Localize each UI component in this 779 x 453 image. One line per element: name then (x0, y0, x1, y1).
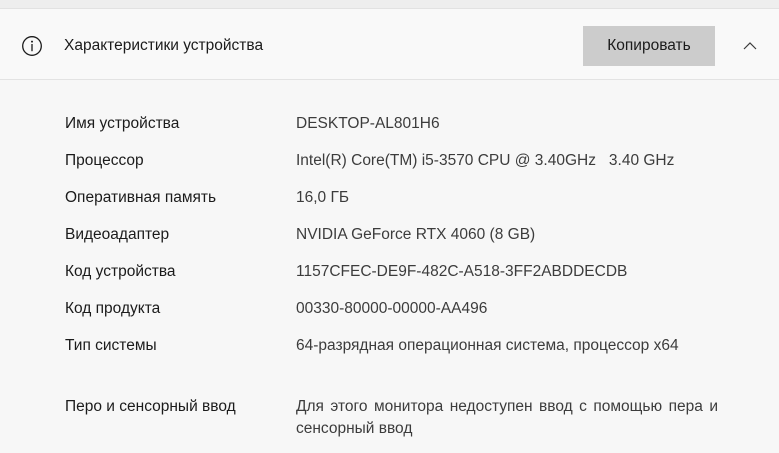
spec-label: Оперативная память (65, 189, 217, 206)
copy-button[interactable]: Копировать (583, 26, 715, 66)
chevron-up-icon[interactable] (735, 33, 765, 57)
spec-value: 16,0 ГБ (296, 189, 350, 206)
spec-value: Для этого монитора недоступен ввод с пом… (296, 398, 723, 437)
spec-value: Intel(R) Core(TM) i5-3570 CPU @ 3.40GHz … (296, 152, 675, 169)
spec-label: Код устройства (65, 263, 176, 280)
spec-value: 1157CFEC-DE9F-482C-A518-3FF2ABDDECDB (296, 263, 628, 280)
spec-label: Код продукта (65, 300, 161, 317)
spec-label: Видеоадаптер (65, 226, 170, 243)
spec-label: Тип системы (65, 337, 157, 354)
previous-section-edge (0, 0, 779, 8)
device-specs-panel: Характеристики устройства Копировать Имя… (0, 8, 779, 453)
spec-label: Процессор (65, 152, 144, 169)
settings-page: Характеристики устройства Копировать Имя… (0, 0, 779, 453)
device-specs-header[interactable]: Характеристики устройства Копировать (0, 9, 779, 80)
section-title: Характеристики устройства (64, 37, 264, 54)
spec-value: DESKTOP-AL801H6 (296, 115, 440, 132)
spec-value: 00330-80000-00000-AA496 (296, 300, 488, 317)
spec-label: Перо и сенсорный ввод (65, 398, 236, 415)
spec-value: NVIDIA GeForce RTX 4060 (8 GB) (296, 226, 536, 243)
spec-value: 64-разрядная операционная система, проце… (296, 337, 679, 354)
info-circle-icon (22, 36, 42, 56)
spec-label: Имя устройства (65, 115, 180, 132)
